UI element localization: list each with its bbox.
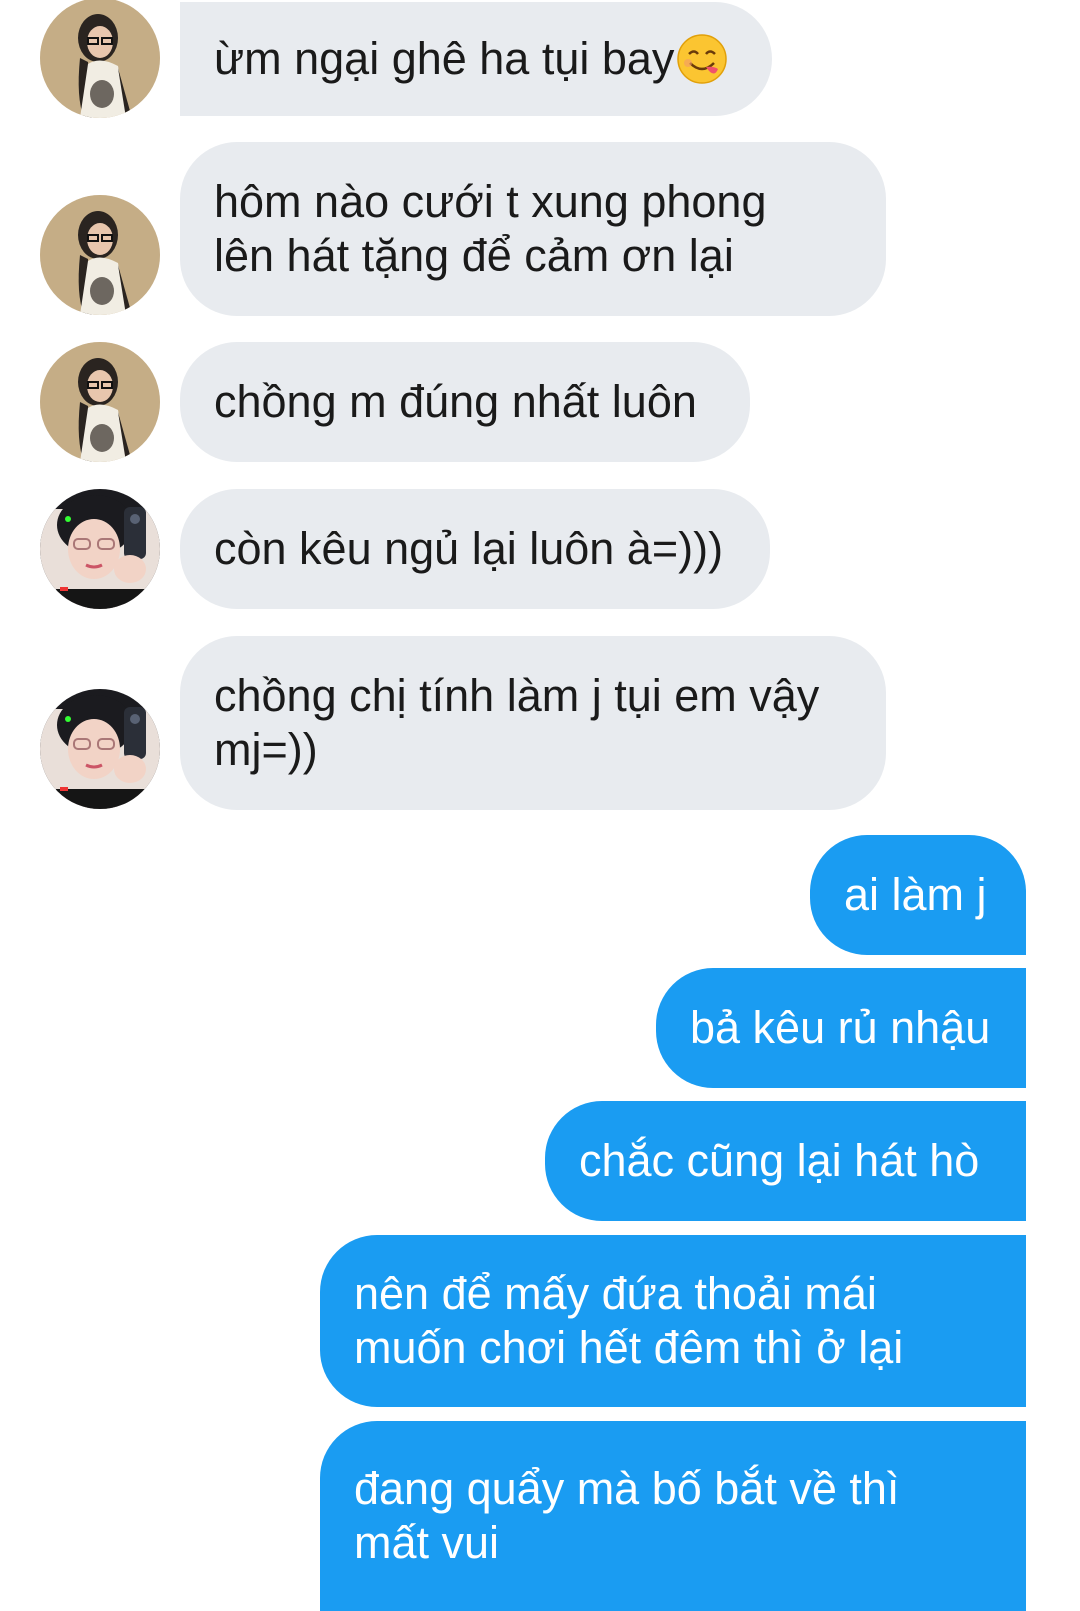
incoming-message: chồng m đúng nhất luôn [180, 342, 750, 462]
incoming-message: chồng chị tính làm j tụi em vậy mj=)) [180, 636, 886, 810]
outgoing-message: nên để mấy đứa thoải mái muốn chơi hết đ… [320, 1235, 1026, 1407]
avatar-girl-glasses-icon[interactable] [40, 0, 160, 118]
avatar-girl-phone-icon[interactable] [40, 689, 160, 809]
avatar-girl-glasses-icon[interactable] [40, 342, 160, 462]
outgoing-message: bả kêu rủ nhậu [656, 968, 1026, 1088]
outgoing-message: ai làm j [810, 835, 1026, 955]
incoming-message: hôm nào cưới t xung phong lên hát tặng đ… [180, 142, 886, 316]
incoming-message: còn kêu ngủ lại luôn à=))) [180, 489, 770, 609]
incoming-message: ừm ngại ghê ha tụi bay [180, 2, 772, 116]
message-text: ừm ngại ghê ha tụi bay [214, 33, 675, 84]
outgoing-message: đang quẩy mà bố bắt về thì mất vui [320, 1421, 1026, 1611]
avatar-girl-phone-icon[interactable] [40, 489, 160, 609]
face-savoring-food-emoji-icon [676, 33, 728, 85]
avatar-girl-glasses-icon[interactable] [40, 195, 160, 315]
outgoing-message: chắc cũng lại hát hò [545, 1101, 1026, 1221]
